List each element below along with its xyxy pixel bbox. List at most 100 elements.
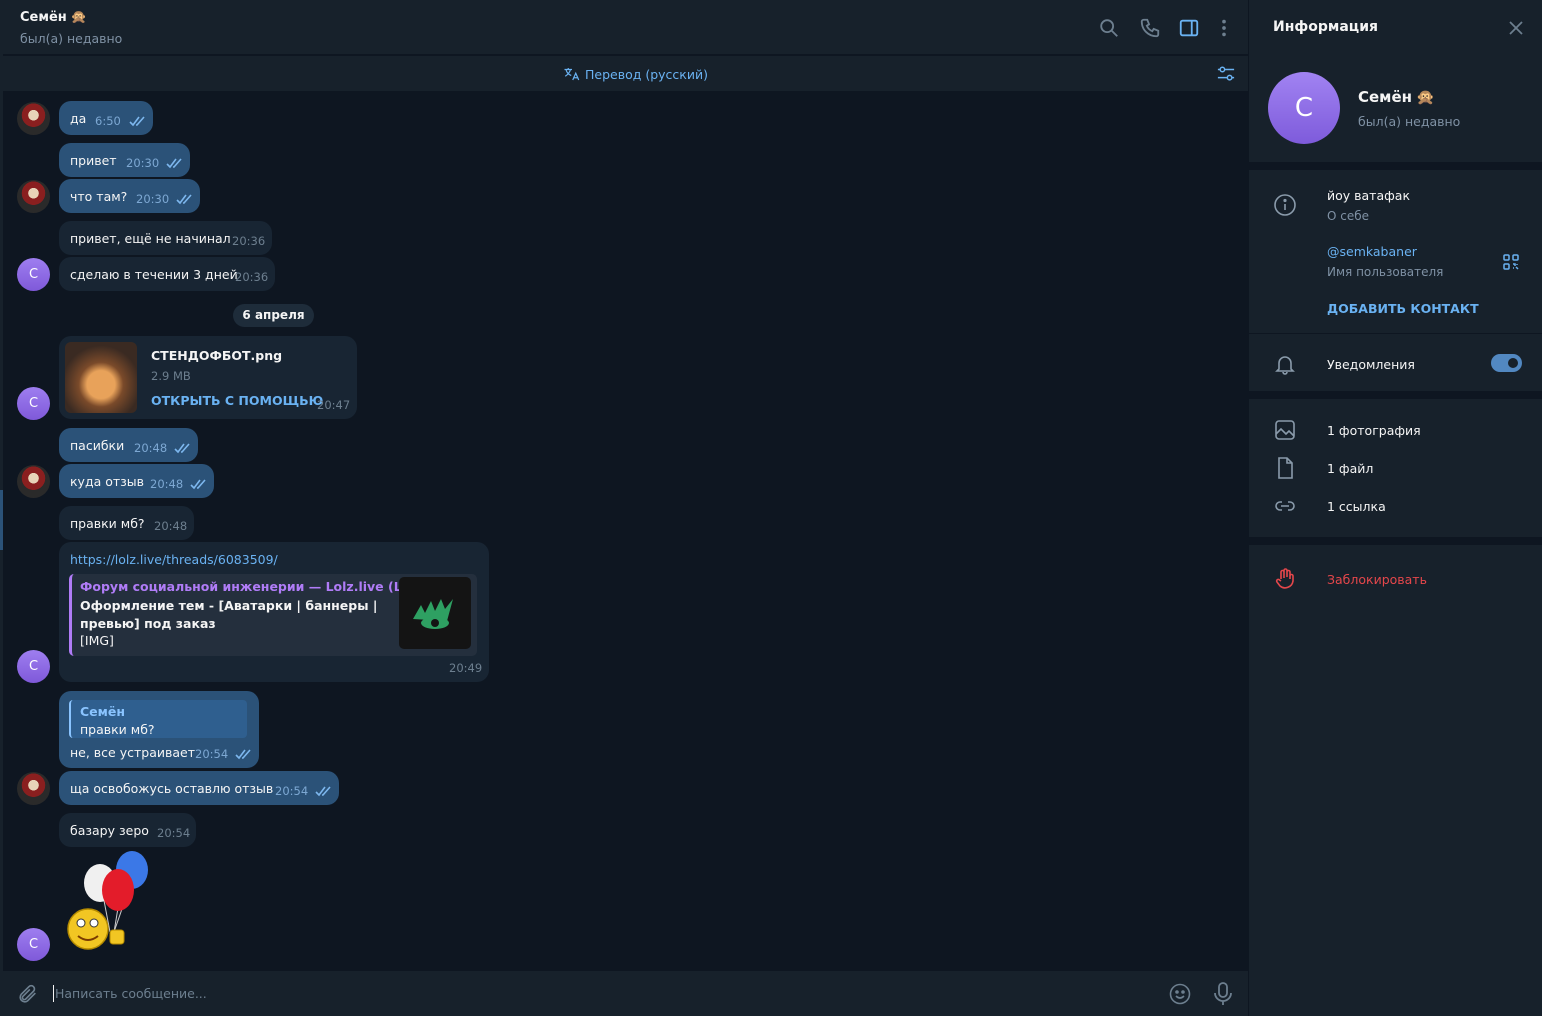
message-text: пасибки [70, 438, 125, 453]
profile-status: был(а) недавно [1358, 114, 1461, 129]
file-thumbnail[interactable] [65, 342, 137, 413]
contact-avatar[interactable]: С [17, 928, 50, 961]
message-time: 20:54 [157, 826, 191, 840]
info-panel: Информация С Семён 🙊 был(а) недавно йоу … [1248, 0, 1542, 1016]
notifications-label: Уведомления [1327, 357, 1415, 372]
message-time: 20:30 [136, 192, 170, 206]
balloon-sticker[interactable] [62, 850, 157, 952]
reply-message[interactable]: Семён правки мб? не, все устраивает 20:5… [59, 691, 259, 768]
double-check-icon [129, 116, 145, 127]
message-input[interactable]: Написать сообщение... [55, 986, 207, 1001]
translate-icon [564, 68, 580, 81]
section-separator [1249, 162, 1542, 170]
block-button[interactable]: Заблокировать [1327, 572, 1427, 587]
search-icon[interactable] [1098, 17, 1120, 39]
message-bubble[interactable]: ща освобожусь оставлю отзыв 20:54 [59, 771, 339, 805]
message-bubble[interactable]: что там? 20:30 [59, 179, 200, 213]
profile-avatar[interactable]: С [1268, 72, 1340, 144]
double-check-icon [174, 443, 190, 454]
more-icon[interactable] [1213, 17, 1235, 39]
chat-title[interactable]: Семён 🙊 [20, 10, 87, 25]
message-link[interactable]: https://lolz.live/threads/6083509/ [70, 552, 278, 567]
message-composer: Написать сообщение... [3, 971, 1248, 1016]
message-text: привет, ещё не начинал [70, 231, 231, 246]
file-message[interactable]: СТЕНДОФБОТ.png 2.9 MB ОТКРЫТЬ С ПОМОЩЬЮ … [59, 336, 357, 419]
message-time: 20:48 [150, 477, 184, 491]
text-caret [53, 985, 54, 1002]
translate-label: Перевод (русский) [585, 66, 708, 82]
open-with-button[interactable]: ОТКРЫТЬ С ПОМОЩЬЮ [151, 393, 323, 408]
message-text: не, все устраивает [70, 745, 195, 760]
message-time: 20:47 [317, 398, 351, 412]
message-time: 20:30 [126, 156, 160, 170]
emoji-icon: 🙊 [70, 10, 87, 25]
message-text: базару зеро [70, 823, 149, 838]
chat-header[interactable]: Семён 🙊 был(а) недавно [3, 0, 1248, 54]
translate-bar: Перевод (русский) [3, 55, 1248, 91]
message-time: 20:48 [154, 519, 188, 533]
contact-avatar[interactable]: С [17, 258, 50, 291]
double-check-icon [166, 158, 182, 169]
add-contact-button[interactable]: ДОБАВИТЬ КОНТАКТ [1327, 301, 1479, 316]
my-avatar[interactable] [17, 465, 50, 498]
message-text: куда отзыв [70, 474, 145, 489]
my-avatar[interactable] [17, 772, 50, 805]
message-time: 20:36 [232, 234, 266, 248]
username-label: Имя пользователя [1327, 265, 1444, 279]
emoji-icon: 🙊 [1415, 88, 1435, 106]
message-bubble[interactable]: пасибки 20:48 [59, 428, 198, 462]
double-check-icon [315, 786, 331, 797]
contact-avatar[interactable]: С [17, 650, 50, 683]
reply-quote[interactable]: Семён правки мб? [69, 700, 247, 738]
preview-title: Оформление тем - [Аватарки | баннеры | п… [80, 598, 378, 631]
emoji-picker-icon[interactable] [1168, 982, 1192, 1006]
message-bubble[interactable]: привет, ещё не начинал 20:36 [59, 221, 272, 255]
photo-icon [1275, 420, 1295, 440]
link-message[interactable]: https://lolz.live/threads/6083509/ Форум… [59, 542, 489, 682]
contact-avatar[interactable]: С [17, 387, 50, 420]
message-bubble[interactable]: правки мб? 20:48 [59, 506, 194, 540]
file-name[interactable]: СТЕНДОФБОТ.png [151, 348, 282, 363]
bio-text[interactable]: йоу ватафак [1327, 188, 1410, 203]
preview-extra: [IMG] [80, 633, 114, 648]
message-time: 6:50 [95, 114, 121, 128]
bell-icon [1275, 356, 1295, 375]
message-bubble[interactable]: базару зеро 20:54 [59, 813, 196, 847]
message-bubble[interactable]: куда отзыв 20:48 [59, 464, 214, 498]
shared-files[interactable]: 1 файл [1327, 461, 1373, 476]
username-link[interactable]: @semkabaner [1327, 244, 1417, 259]
message-text: сделаю в течении 3 дней [70, 267, 238, 282]
translate-button[interactable]: Перевод (русский) [3, 66, 1268, 82]
lolz-logo-icon [413, 599, 453, 629]
section-separator [1249, 391, 1542, 399]
message-time: 20:49 [449, 661, 483, 675]
info-icon [1274, 194, 1296, 216]
info-title: Информация [1273, 19, 1378, 35]
my-avatar[interactable] [17, 180, 50, 213]
link-preview[interactable]: Форум социальной инженерии — Lolz.live (… [69, 574, 477, 656]
phone-icon[interactable] [1139, 17, 1161, 39]
profile-name-text: Семён [1358, 88, 1412, 106]
double-check-icon [176, 194, 192, 205]
link-icon [1275, 501, 1295, 511]
notifications-toggle[interactable] [1491, 354, 1522, 372]
qr-code-icon[interactable] [1502, 253, 1520, 271]
microphone-icon[interactable] [1212, 981, 1234, 1007]
my-avatar[interactable] [17, 102, 50, 135]
attach-icon[interactable] [17, 983, 39, 1005]
shared-photos[interactable]: 1 фотография [1327, 423, 1421, 438]
message-time: 20:48 [134, 441, 168, 455]
shared-links[interactable]: 1 ссылка [1327, 499, 1386, 514]
message-text: да [70, 111, 87, 126]
block-hand-icon [1275, 568, 1294, 589]
file-icon [1278, 457, 1293, 479]
profile-name: Семён 🙊 [1358, 88, 1435, 106]
close-icon[interactable] [1508, 20, 1524, 36]
message-bubble[interactable]: сделаю в течении 3 дней 20:36 [59, 257, 275, 291]
message-bubble[interactable]: да 6:50 [59, 101, 153, 135]
chat-pane: Семён 🙊 был(а) недавно Перевод (русский)… [0, 0, 1248, 1016]
filter-settings-icon[interactable] [1216, 65, 1236, 83]
preview-image [399, 577, 471, 649]
sidebar-toggle-icon[interactable] [1178, 17, 1200, 39]
message-bubble[interactable]: привет 20:30 [59, 143, 190, 177]
